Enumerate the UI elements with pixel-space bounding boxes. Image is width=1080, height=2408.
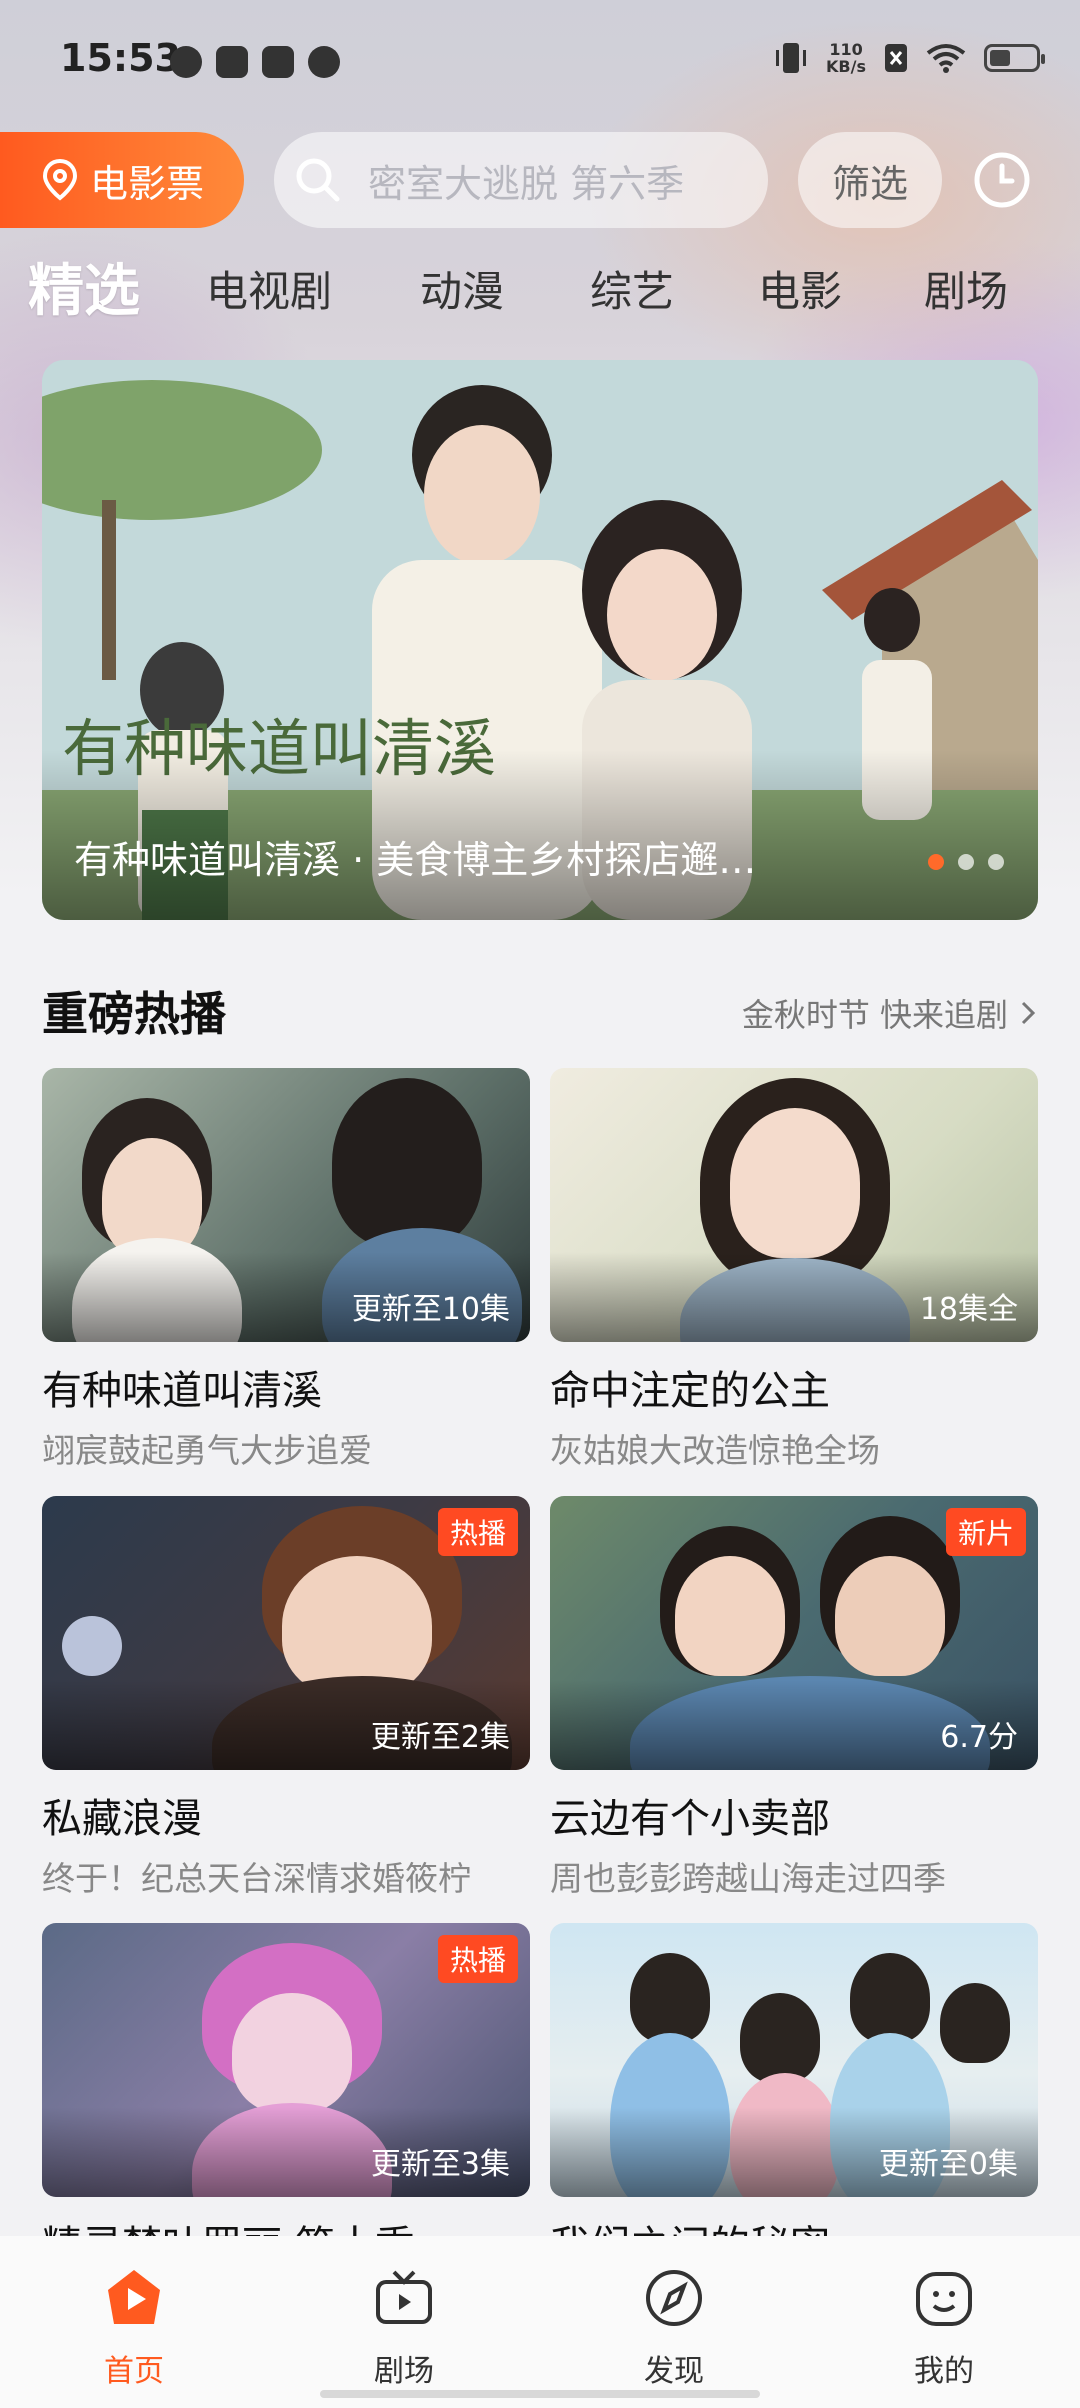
category-tabs: 精选 电视剧 动漫 综艺 电影 剧场 [0,244,1080,324]
home-play-icon [108,2270,160,2324]
nav-discover[interactable]: 发现 [604,2266,744,2390]
nav-profile-label: 我的 [914,2354,974,2389]
drama-subtitle: 终于！纪总天台深情求婚筱柠 [42,1859,471,1898]
drama-card[interactable]: 热播 更新至2集 私藏浪漫 终于！纪总天台深情求婚筱柠 [42,1496,530,1900]
battery-icon [984,44,1045,72]
no-sim-icon [885,44,907,72]
inbox-icon [262,46,294,78]
thumb-figure [282,1556,432,1696]
drama-subtitle: 周也彭彭跨越山海走过四季 [550,1859,946,1898]
filter-button[interactable]: 筛选 [798,132,942,228]
wifi-icon [926,44,966,73]
vibrate-icon [776,43,807,73]
nav-profile[interactable]: 我的 [874,2266,1014,2390]
rating-score: 6.7分 [940,1720,1018,1755]
drama-thumbnail: 新片 6.7分 [550,1496,1038,1770]
nav-discover-label: 发现 [644,2354,704,2389]
thumb-figure [850,1953,930,2043]
tab-featured[interactable]: 精选 [28,246,140,327]
home-indicator[interactable] [320,2390,760,2398]
episode-status: 18集全 [919,1292,1018,1327]
drama-title: 私藏浪漫 [42,1796,202,1842]
search-icon [296,158,340,202]
banner-dot[interactable] [958,854,974,870]
nav-home-label: 首页 [104,2354,164,2389]
system-status-icons: 110 KB/s [774,40,1045,76]
drama-subtitle: 灰姑娘大改造惊艳全场 [550,1431,880,1470]
network-speed-unit: KB/s [826,57,866,76]
tab-anime[interactable]: 动漫 [420,258,504,319]
hot-tag: 热播 [437,1508,518,1556]
tab-tv-series[interactable]: 电视剧 [206,258,332,319]
profile-face-icon [916,2272,972,2326]
drama-thumbnail: 更新至0集 [550,1923,1038,2197]
search-input[interactable]: 密室大逃脱 第六季 [274,132,768,228]
compass-icon [646,2270,702,2326]
drama-title: 云边有个小卖部 [550,1796,830,1842]
section-title: 重磅热播 [42,987,226,1041]
drama-title: 命中注定的公主 [550,1368,830,1414]
episode-status: 更新至0集 [878,2147,1018,2182]
thumb-figure [740,1993,820,2083]
thumb-figure [630,1953,710,2043]
episode-status: 更新至2集 [370,1720,510,1755]
bot-icon [308,46,340,78]
featured-banner[interactable]: 有种味道叫清溪 有种味道叫清溪 · 美食博主乡村探店邂… [42,360,1038,920]
drama-thumbnail: 18集全 [550,1068,1038,1342]
history-clock-icon[interactable] [972,150,1032,210]
tab-theater[interactable]: 剧场 [924,258,1008,319]
drama-title: 有种味道叫清溪 [42,1368,322,1414]
notification-icons [170,46,340,78]
chevron-right-icon [1021,1001,1036,1025]
drama-card[interactable]: 新片 6.7分 云边有个小卖部 周也彭彭跨越山海走过四季 [550,1496,1038,1900]
drama-thumbnail: 热播 更新至3集 [42,1923,530,2197]
network-speed: 110 KB/s [826,41,866,75]
thumb-figure [730,1108,860,1258]
drama-thumbnail: 热播 更新至2集 [42,1496,530,1770]
battery-level [990,50,1010,66]
drama-card[interactable]: 更新至0集 我们之间的秘密 [550,1923,1038,2271]
thumb-figure [675,1556,785,1676]
location-pin-icon [42,158,78,201]
section-more-link[interactable]: 金秋时节 快来追剧 [742,990,1038,1036]
status-bar: 15:53 110 KB/s [0,0,1080,120]
drama-thumbnail: 更新至10集 [42,1068,530,1342]
thumb-figure [332,1078,482,1248]
movie-ticket-label: 电影票 [90,161,205,206]
episode-status: 更新至3集 [370,2147,510,2182]
banner-dot[interactable] [988,854,1004,870]
banner-pagination [928,854,1004,870]
drama-card[interactable]: 热播 更新至3集 精灵梦叶罗丽 第十季 [42,1923,530,2271]
thumb-figure [232,1993,352,2113]
drama-card[interactable]: 18集全 命中注定的公主 灰姑娘大改造惊艳全场 [550,1068,1038,1472]
message-icon [216,46,248,78]
nav-theater-label: 剧场 [374,2354,434,2389]
nav-theater[interactable]: 剧场 [334,2266,474,2390]
drama-card[interactable]: 更新至10集 有种味道叫清溪 翊宸鼓起勇气大步追爱 [42,1068,530,1472]
app-notification-icon [170,46,202,78]
tab-variety[interactable]: 综艺 [590,258,674,319]
bottom-navigation: 首页 剧场 发现 我的 [0,2236,1080,2408]
banner-dot[interactable] [928,854,944,870]
new-release-tag: 新片 [945,1508,1026,1556]
tv-icon [376,2270,432,2324]
movie-ticket-button[interactable]: 电影票 [0,132,244,228]
section-more-label: 金秋时节 快来追剧 [741,996,1008,1034]
drama-subtitle: 翊宸鼓起勇气大步追爱 [42,1431,372,1470]
thumb-figure [835,1556,945,1676]
thumb-light [62,1616,122,1676]
thumb-figure [940,1983,1010,2063]
episode-status: 更新至10集 [351,1292,510,1327]
nav-home[interactable]: 首页 [64,2266,204,2390]
hot-tag: 热播 [437,1935,518,1983]
tab-movies[interactable]: 电影 [758,258,842,319]
banner-title: 有种味道叫清溪 · 美食博主乡村探店邂… [74,838,757,882]
network-speed-value: 110 [829,40,863,59]
status-time: 15:53 [60,36,181,80]
search-placeholder: 密室大逃脱 第六季 [368,161,685,206]
